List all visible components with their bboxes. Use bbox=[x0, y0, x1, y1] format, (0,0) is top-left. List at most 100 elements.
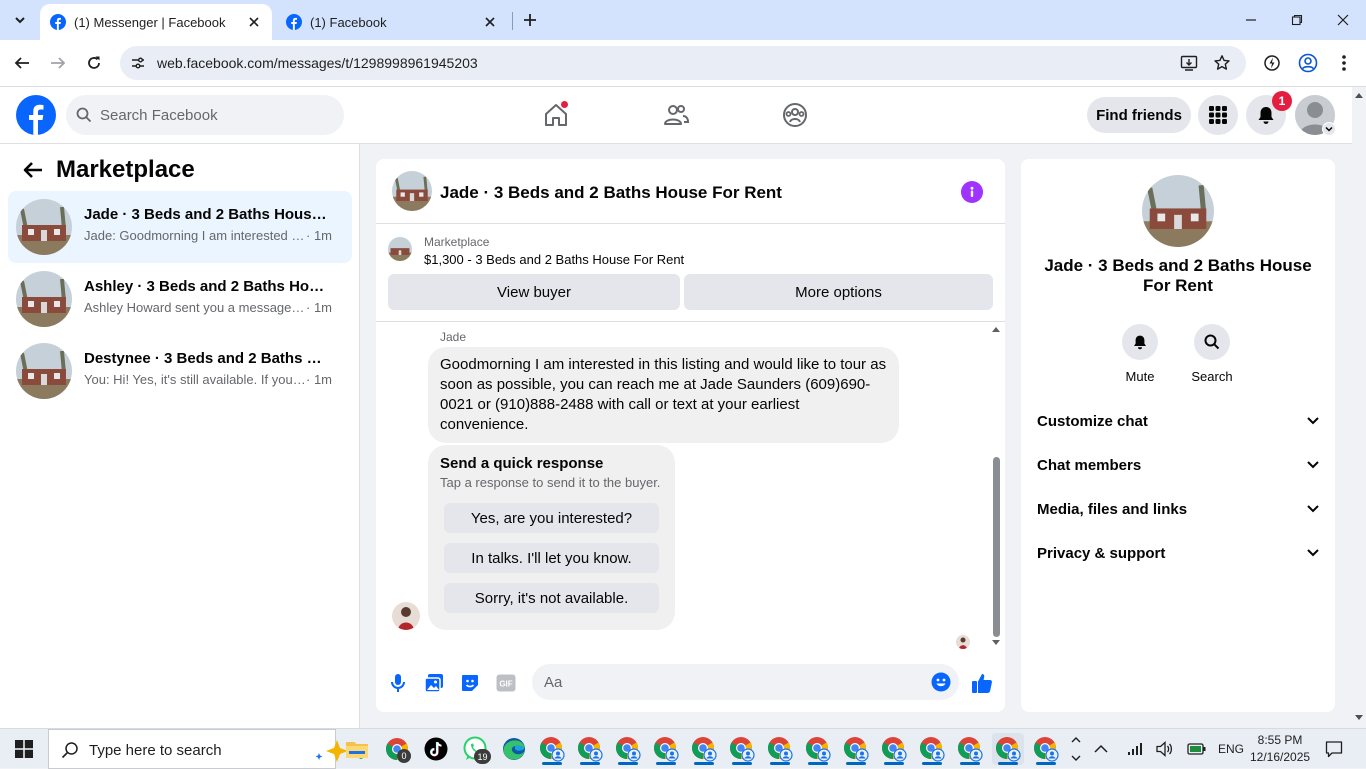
nav-friends[interactable] bbox=[656, 97, 696, 133]
taskbar-chrome-window[interactable] bbox=[1030, 733, 1062, 765]
quick-response-button[interactable]: In talks. I'll let you know. bbox=[444, 543, 659, 573]
facebook-icon bbox=[286, 14, 302, 30]
search-icon bbox=[76, 107, 92, 123]
taskbar-chrome-window[interactable] bbox=[574, 733, 606, 765]
taskbar-file-explorer[interactable] bbox=[341, 733, 373, 765]
start-button[interactable] bbox=[0, 729, 48, 769]
find-friends-button[interactable]: Find friends bbox=[1087, 97, 1191, 133]
url-text[interactable]: web.facebook.com/messages/t/129899896194… bbox=[157, 55, 478, 71]
taskbar-search[interactable]: Type here to search bbox=[48, 729, 363, 769]
taskbar-chrome-window[interactable] bbox=[764, 733, 796, 765]
taskbar-chrome-profile[interactable]: 0 bbox=[381, 733, 413, 765]
chat-scrollbar[interactable] bbox=[989, 322, 1003, 655]
sender-avatar[interactable] bbox=[392, 602, 420, 630]
conversation-title: Jade · 3 Beds and 2 Baths House For Rent bbox=[1044, 256, 1312, 295]
close-window-button[interactable] bbox=[1320, 0, 1366, 40]
taskbar-chrome-window[interactable] bbox=[688, 733, 720, 765]
view-buyer-button[interactable]: View buyer bbox=[388, 274, 680, 310]
mute-button[interactable]: Mute bbox=[1110, 324, 1170, 384]
sticker-icon[interactable] bbox=[457, 670, 483, 696]
more-options-button[interactable]: More options bbox=[684, 274, 993, 310]
language-indicator[interactable]: ENG bbox=[1214, 739, 1248, 759]
chevron-up-icon bbox=[1094, 744, 1108, 753]
section-chat-members[interactable]: Chat members bbox=[1037, 453, 1319, 477]
page-scrollbar[interactable] bbox=[1352, 87, 1366, 728]
chat-avatar[interactable] bbox=[392, 171, 432, 211]
info-icon[interactable] bbox=[961, 181, 983, 203]
page-title: Marketplace bbox=[56, 156, 195, 183]
notification-center-icon[interactable] bbox=[1320, 739, 1348, 759]
site-settings-icon[interactable] bbox=[128, 53, 148, 73]
bookmark-star-icon[interactable] bbox=[1212, 53, 1232, 73]
show-hidden-icons[interactable] bbox=[1090, 739, 1112, 759]
facebook-search-input[interactable] bbox=[100, 95, 336, 135]
taskbar-chrome-window[interactable] bbox=[878, 733, 910, 765]
minimize-button[interactable] bbox=[1228, 0, 1274, 40]
arrow-right-icon bbox=[51, 57, 66, 69]
taskbar-tiktok[interactable] bbox=[420, 733, 452, 765]
reload-button[interactable] bbox=[79, 48, 109, 78]
taskbar-chrome-window[interactable] bbox=[612, 733, 644, 765]
facebook-logo-icon[interactable] bbox=[16, 95, 56, 135]
message-input[interactable] bbox=[544, 664, 924, 700]
taskbar-chrome-window[interactable] bbox=[726, 733, 758, 765]
taskbar-chrome-window[interactable] bbox=[916, 733, 948, 765]
taskbar-chrome-window[interactable] bbox=[802, 733, 834, 765]
install-app-icon[interactable] bbox=[1179, 53, 1199, 73]
taskbar-chrome-window[interactable] bbox=[840, 733, 872, 765]
nav-home[interactable] bbox=[536, 97, 576, 133]
volume-icon[interactable] bbox=[1154, 739, 1176, 759]
tab-messenger[interactable]: (1) Messenger | Facebook bbox=[40, 4, 272, 40]
like-button[interactable] bbox=[969, 670, 995, 696]
back-button[interactable] bbox=[20, 157, 46, 183]
taskbar-chrome-window[interactable] bbox=[992, 733, 1024, 765]
extensions-icon[interactable] bbox=[1258, 49, 1286, 77]
browser-menu-icon[interactable] bbox=[1330, 49, 1358, 77]
section-customize-chat[interactable]: Customize chat bbox=[1037, 409, 1319, 433]
section-privacy-support[interactable]: Privacy & support bbox=[1037, 541, 1319, 565]
gif-icon[interactable]: GIF bbox=[493, 670, 519, 696]
search-conversation-button[interactable]: Search bbox=[1182, 324, 1242, 384]
restore-button[interactable] bbox=[1274, 0, 1320, 40]
chat-title[interactable]: Jade · 3 Beds and 2 Baths House For Rent bbox=[440, 183, 782, 203]
facebook-search-box[interactable] bbox=[66, 95, 344, 135]
emoji-icon[interactable] bbox=[931, 672, 951, 692]
clock-time: 8:55 PM bbox=[1257, 733, 1303, 747]
quick-response-button[interactable]: Yes, are you interested? bbox=[444, 503, 659, 533]
account-chevron[interactable] bbox=[1322, 122, 1336, 136]
menu-button[interactable] bbox=[1198, 95, 1238, 135]
forward-button[interactable] bbox=[43, 48, 73, 78]
battery-icon[interactable] bbox=[1185, 739, 1209, 759]
scroll-thumb[interactable] bbox=[993, 457, 1000, 637]
new-tab-button[interactable] bbox=[518, 8, 542, 32]
microphone-icon[interactable] bbox=[385, 670, 411, 696]
conversation-item[interactable]: Jade · 3 Beds and 2 Baths House For Rent… bbox=[8, 191, 352, 263]
tab-facebook[interactable]: (1) Facebook bbox=[276, 4, 508, 40]
close-tab-icon[interactable] bbox=[246, 14, 262, 30]
taskbar-clock[interactable]: 8:55 PM 12/16/2025 bbox=[1250, 732, 1310, 766]
profile-icon[interactable] bbox=[1294, 49, 1322, 77]
taskbar-scroll-buttons[interactable] bbox=[1068, 731, 1084, 767]
message-bubble[interactable]: Goodmorning I am interested in this list… bbox=[428, 347, 899, 443]
taskbar-chrome-window[interactable] bbox=[954, 733, 986, 765]
close-tab-icon[interactable] bbox=[482, 14, 498, 30]
groups-icon bbox=[783, 103, 807, 127]
running-indicator bbox=[922, 762, 942, 765]
photo-icon[interactable] bbox=[421, 670, 447, 696]
back-button[interactable] bbox=[7, 48, 37, 78]
chrome-profile-icon bbox=[882, 737, 907, 762]
section-media-files-links[interactable]: Media, files and links bbox=[1037, 497, 1319, 521]
quick-response-button[interactable]: Sorry, it's not available. bbox=[444, 583, 659, 613]
tab-search-button[interactable] bbox=[7, 8, 33, 32]
taskbar-whatsapp[interactable]: 19 bbox=[459, 733, 491, 765]
conversation-item[interactable]: Ashley · 3 Beds and 2 Baths House For Re… bbox=[8, 263, 352, 335]
address-bar[interactable]: web.facebook.com/messages/t/129899896194… bbox=[120, 46, 1246, 80]
message-input-box[interactable] bbox=[532, 664, 959, 700]
nav-groups[interactable] bbox=[775, 97, 815, 133]
taskbar-edge[interactable] bbox=[498, 733, 530, 765]
taskbar-chrome-window[interactable] bbox=[650, 733, 682, 765]
conversation-item[interactable]: Destynee · 3 Beds and 2 Baths House For … bbox=[8, 335, 352, 407]
running-indicator bbox=[808, 762, 828, 765]
network-icon[interactable] bbox=[1124, 739, 1146, 759]
taskbar-chrome-window[interactable] bbox=[536, 733, 568, 765]
